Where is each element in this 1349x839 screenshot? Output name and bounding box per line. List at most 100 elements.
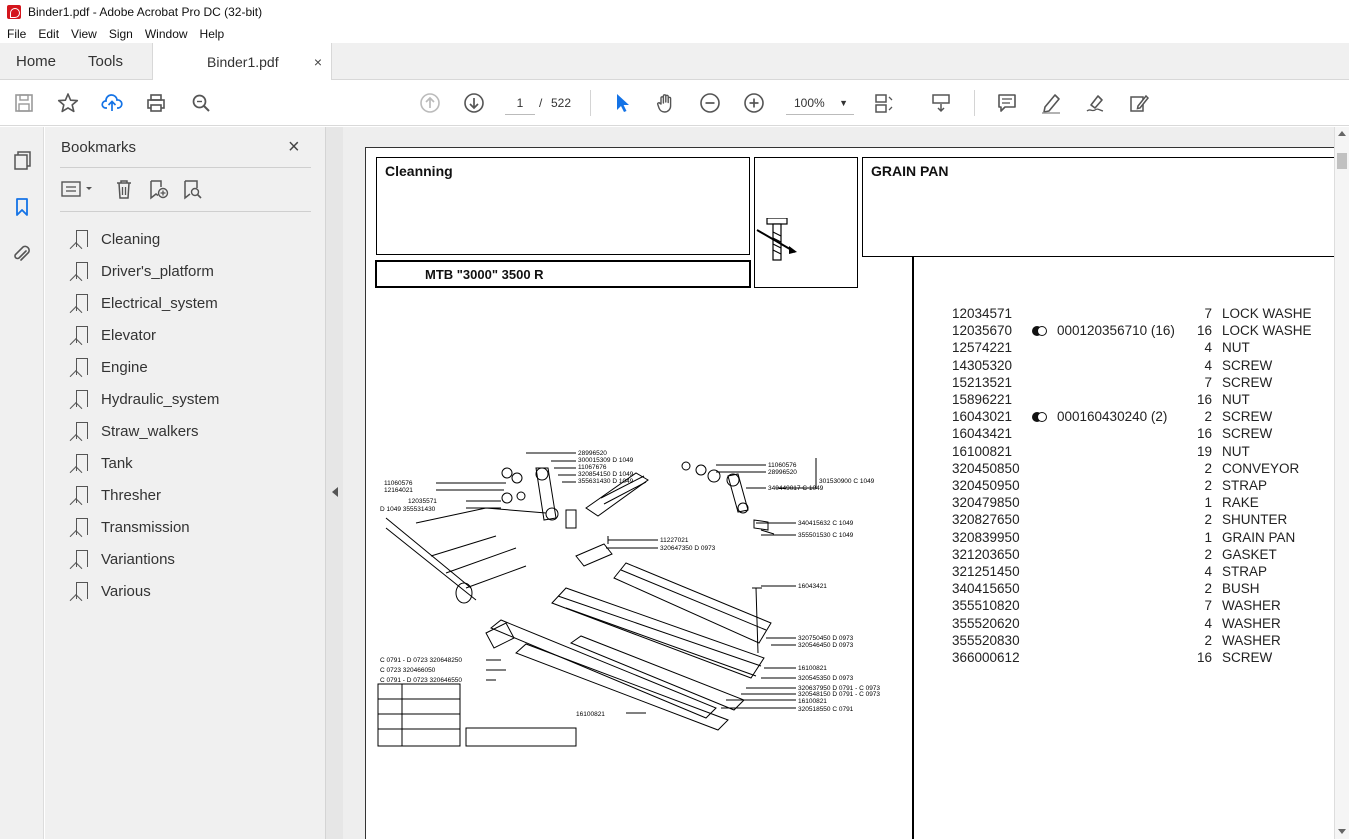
bookmark-item[interactable]: Thresher — [75, 479, 315, 511]
print-icon[interactable] — [145, 92, 167, 114]
part-quantity: 2 — [1204, 632, 1212, 648]
zoom-in-icon[interactable] — [743, 92, 765, 114]
parts-row: 16043021 000160430240 (2) 2 SCREW — [952, 409, 1332, 426]
sign-pen-icon[interactable] — [1084, 92, 1106, 114]
comment-icon[interactable] — [996, 92, 1018, 114]
bookmark-item[interactable]: Straw_walkers — [75, 415, 315, 447]
tab-document[interactable]: Binder1.pdf × — [152, 43, 332, 81]
part-quantity: 2 — [1204, 546, 1212, 562]
bookmark-icon — [75, 326, 89, 344]
close-panel-icon[interactable]: × — [288, 136, 300, 159]
part-description: SCREW — [1222, 357, 1273, 373]
part-number: 340415650 — [952, 581, 1020, 597]
vertical-scrollbar[interactable] — [1334, 127, 1349, 839]
bookmark-item[interactable]: Hydraulic_system — [75, 383, 315, 415]
bookmark-item[interactable]: Electrical_system — [75, 287, 315, 319]
next-page-icon[interactable] — [463, 92, 485, 114]
collapse-arrow-icon[interactable] — [332, 487, 338, 497]
part-number: 321251450 — [952, 564, 1020, 579]
document-viewer[interactable]: Cleanning MTB "3000" 3500 R GRAIN PAN 28… — [343, 127, 1349, 839]
bookmark-options-icon[interactable] — [60, 177, 96, 201]
search-icon[interactable] — [190, 92, 212, 114]
column-divider — [912, 256, 914, 839]
part-quantity: 16 — [1196, 392, 1212, 407]
bookmark-item[interactable]: Cleaning — [75, 223, 315, 255]
parts-row: 320839950 1 GRAIN PAN — [952, 530, 1332, 547]
part-description: GRAIN PAN — [1222, 529, 1296, 545]
hand-tool-icon[interactable] — [655, 92, 677, 114]
zoom-out-icon[interactable] — [699, 92, 721, 114]
part-description: NUT — [1222, 392, 1250, 407]
tab-tools[interactable]: Tools — [88, 43, 123, 80]
part-quantity: 2 — [1204, 478, 1212, 493]
menu-sign[interactable]: Sign — [109, 27, 133, 41]
bookmark-label: Straw_walkers — [101, 422, 199, 440]
page-number-input[interactable] — [505, 91, 535, 115]
part-description: BUSH — [1222, 581, 1260, 597]
bookmark-item[interactable]: Elevator — [75, 319, 315, 351]
exploded-parts-diagram: 28996520 300015309 D 1049 11067676 32085… — [377, 450, 880, 747]
bookmark-item[interactable]: Driver's_platform — [75, 255, 315, 287]
diagram-label: C 0791 - D 0723 320648250 — [380, 657, 462, 664]
toolbar-divider — [974, 90, 975, 116]
new-bookmark-icon[interactable] — [146, 177, 170, 201]
bookmark-label: Transmission — [101, 518, 190, 536]
attachments-icon[interactable] — [11, 243, 33, 265]
parts-row: 15213521 7 SCREW — [952, 375, 1332, 392]
scroll-down-icon[interactable] — [1338, 829, 1346, 834]
scroll-mode-icon[interactable] — [930, 92, 952, 114]
menu-window[interactable]: Window — [145, 27, 188, 41]
close-tab-icon[interactable]: × — [314, 54, 322, 70]
cloud-upload-icon[interactable] — [101, 92, 123, 114]
menu-bar: File Edit View Sign Window Help — [0, 24, 1349, 43]
bookmark-item[interactable]: Transmission — [75, 511, 315, 543]
bookmark-item[interactable]: Various — [75, 575, 315, 607]
menu-view[interactable]: View — [71, 27, 97, 41]
zoom-select[interactable]: 100% ▼ — [786, 91, 854, 115]
scroll-up-icon[interactable] — [1338, 131, 1346, 136]
bookmarks-title: Bookmarks — [61, 139, 137, 156]
diagram-label: 340449017 C 1049 — [768, 485, 824, 492]
part-number: 12574221 — [952, 340, 1013, 356]
diagram-label: C 0791 - D 0723 320646550 — [380, 677, 462, 684]
replacement-icon — [1032, 411, 1047, 422]
part-description: SCREW — [1222, 650, 1273, 665]
star-icon[interactable] — [57, 92, 79, 114]
part-quantity: 4 — [1204, 564, 1212, 579]
menu-help[interactable]: Help — [200, 27, 225, 41]
select-cursor-icon[interactable] — [611, 92, 633, 114]
bookmark-label: Thresher — [101, 486, 162, 504]
bookmarks-panel: Bookmarks × Cleaning Driver's_platform E… — [45, 127, 325, 839]
parts-row: 15896221 16 NUT — [952, 392, 1332, 409]
bookmark-item[interactable]: Tank — [75, 447, 315, 479]
find-bookmark-icon[interactable] — [180, 177, 204, 201]
diagram-label: 11067676 — [578, 464, 607, 471]
menu-edit[interactable]: Edit — [38, 27, 59, 41]
save-icon[interactable] — [13, 92, 35, 114]
panel-splitter[interactable] — [325, 127, 343, 839]
previous-page-icon[interactable] — [419, 92, 441, 114]
tab-document-label: Binder1.pdf — [207, 54, 279, 70]
bookmark-label: Driver's_platform — [101, 262, 214, 280]
bookmark-panel-icon[interactable] — [11, 196, 33, 218]
page-thumbnails-icon[interactable] — [11, 149, 33, 171]
toolbar — [0, 80, 1349, 126]
section-title: Cleanning — [385, 163, 453, 179]
parts-row: 340415650 2 BUSH — [952, 581, 1332, 598]
page-layout-icon[interactable] — [873, 92, 895, 114]
bookmark-icon — [75, 582, 89, 600]
part-quantity: 16 — [1196, 426, 1212, 442]
part-quantity: 2 — [1204, 409, 1212, 425]
menu-file[interactable]: File — [7, 27, 26, 41]
substitute-number: 000120356710 (16) — [1057, 323, 1175, 339]
bookmark-item[interactable]: Variantions — [75, 543, 315, 575]
section-box: Cleanning — [376, 157, 750, 255]
delete-bookmark-icon[interactable] — [112, 177, 136, 201]
tab-home[interactable]: Home — [16, 43, 56, 80]
parts-row: 321203650 2 GASKET — [952, 547, 1332, 564]
edit-pdf-icon[interactable] — [1128, 92, 1150, 114]
highlight-pen-icon[interactable] — [1040, 92, 1062, 114]
scrollbar-thumb[interactable] — [1337, 153, 1347, 169]
part-quantity: 16 — [1196, 323, 1212, 339]
bookmark-item[interactable]: Engine — [75, 351, 315, 383]
